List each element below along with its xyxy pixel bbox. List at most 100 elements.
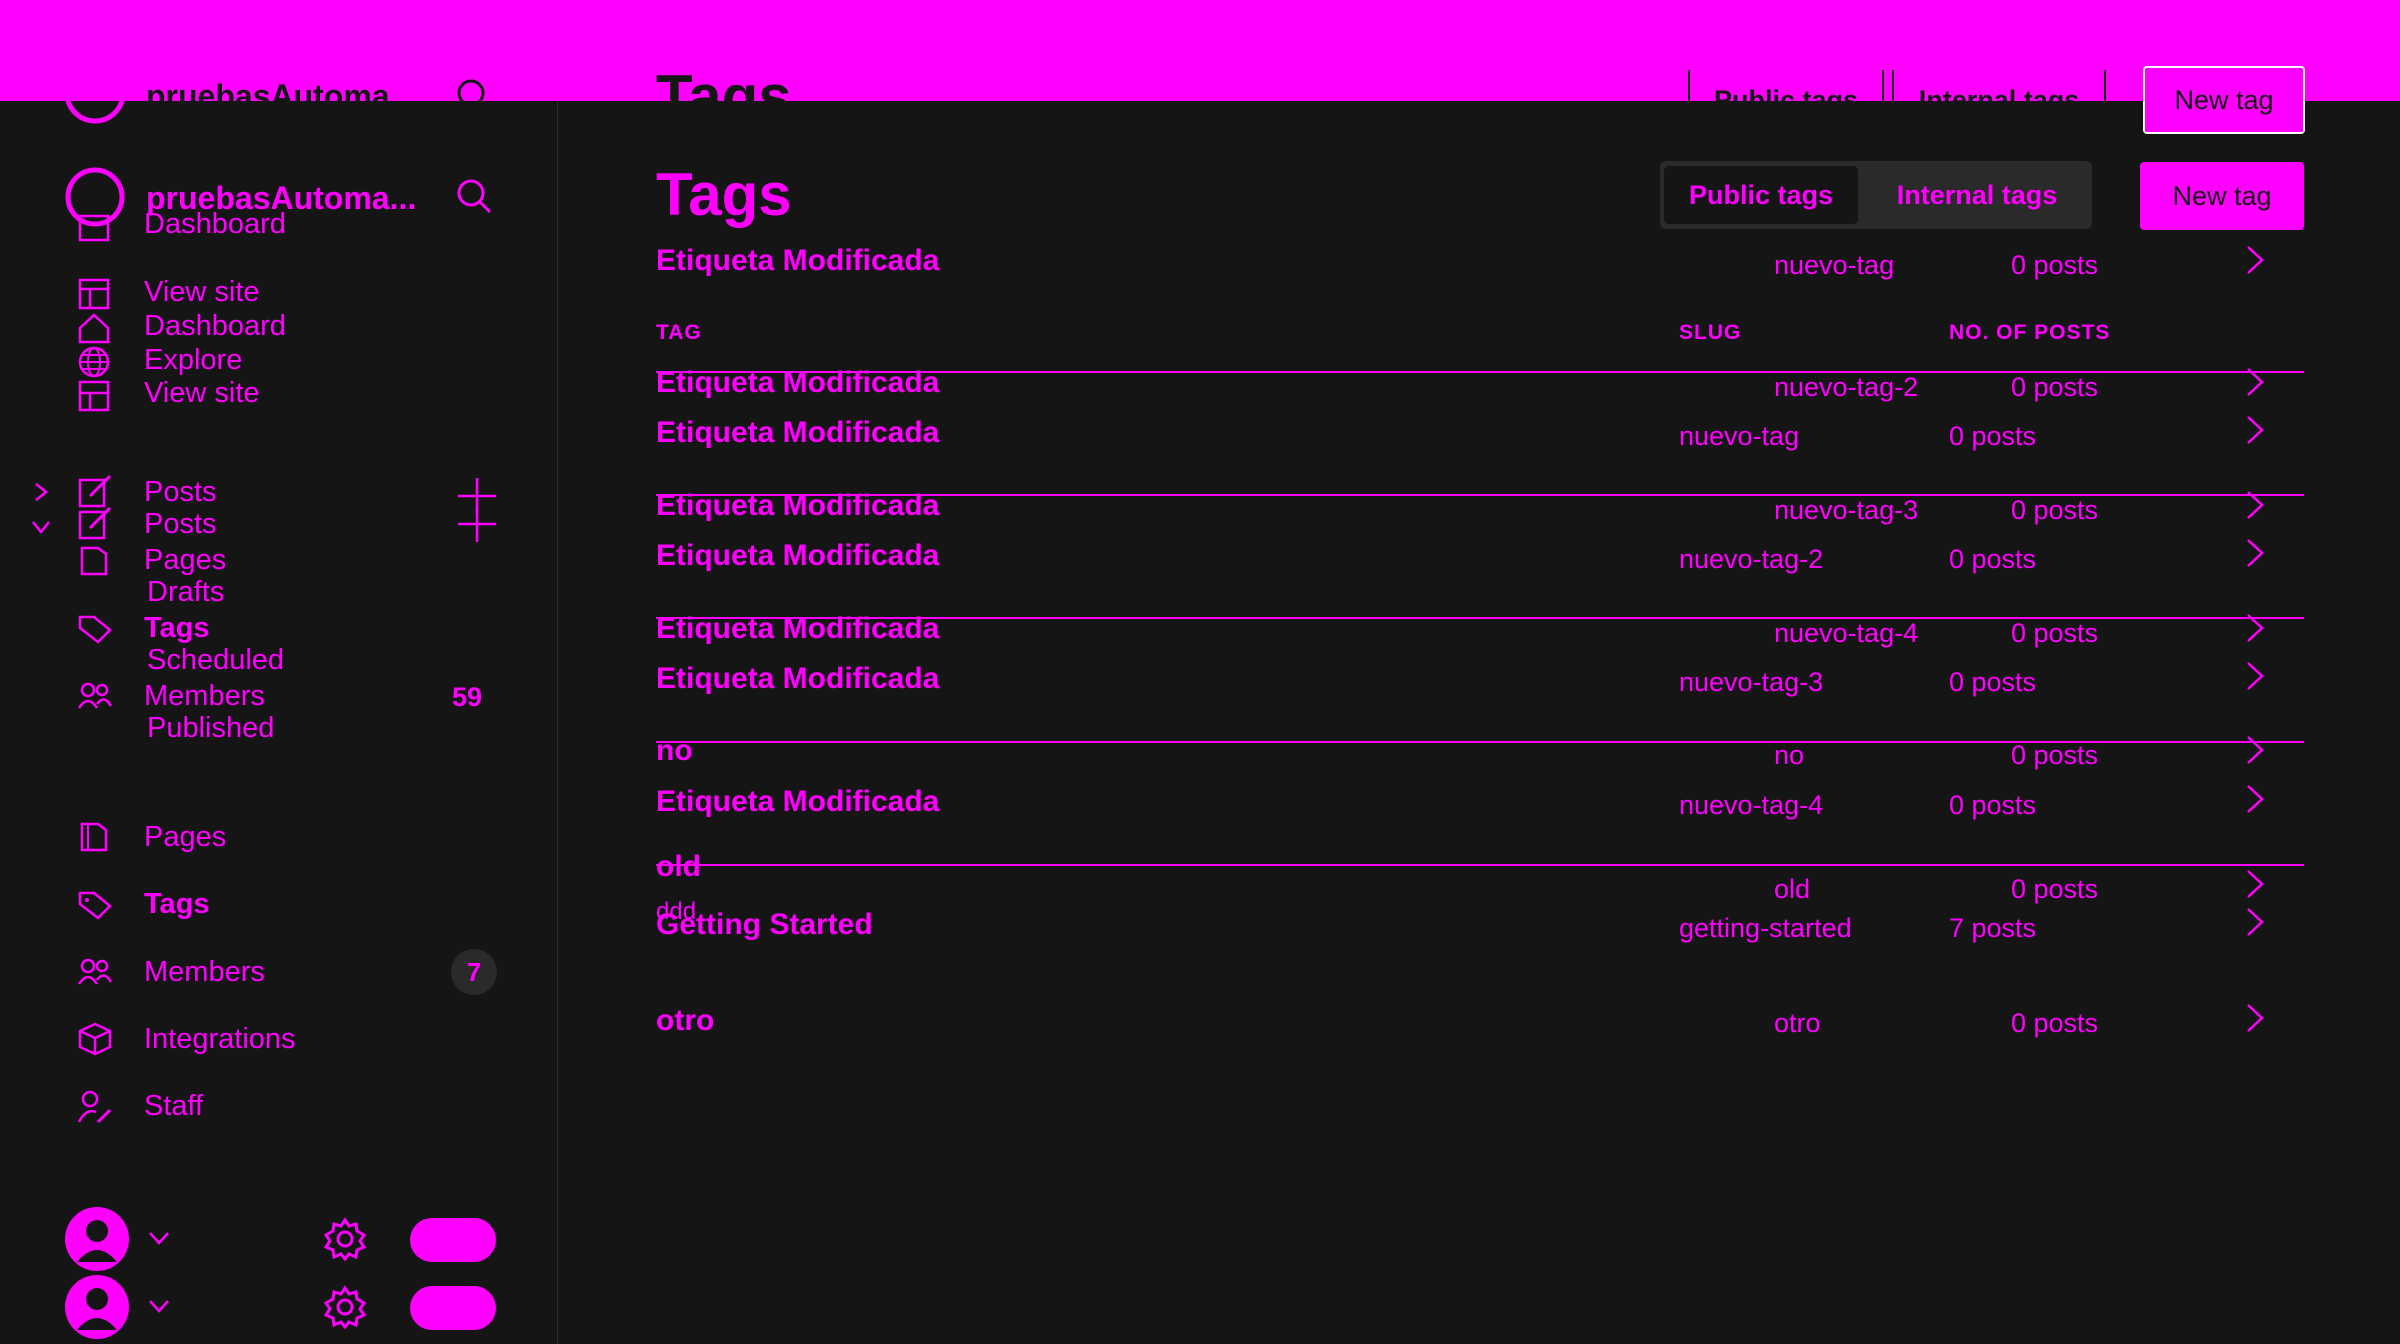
avatar[interactable] [64,1206,130,1272]
members-icon [77,958,113,985]
ghost-tag-slug: nuevo-tag-3 [1774,495,1919,525]
ghost-tag-name: Etiqueta Modificada [656,612,940,645]
column-header-posts[interactable]: NO. OF POSTS [1949,321,2110,345]
search-icon[interactable] [456,78,492,114]
chevron-right-icon[interactable] [2244,1002,2266,1034]
ghost-tag-count: 0 posts [2011,495,2099,525]
view-site-icon [78,278,110,310]
staff-icon [77,1090,112,1124]
tag-slug: nuevo-tag-4 [1679,790,1824,820]
nav-drafts[interactable]: Drafts [147,576,224,609]
site-name-ghost: pruebasAutoma... [146,78,417,114]
tab-public-tags-ghost: Public tags [1713,84,1859,115]
tag-post-count[interactable]: 7 posts [1949,913,2036,944]
ghost-tag-name: Etiqueta Modificada [656,489,940,522]
edit-icon [78,474,112,508]
tag-post-count[interactable]: 0 posts [1949,421,2036,452]
theme-toggle[interactable] [410,1286,496,1330]
tag-post-count[interactable]: 0 posts [1949,667,2036,698]
nav-members-ghost: Members [144,680,265,712]
sidebar-item-members[interactable]: Members [144,956,265,989]
gear-icon[interactable] [323,1285,367,1330]
chevron-down-icon[interactable] [148,1230,170,1246]
chevron-down-icon[interactable] [148,1298,170,1314]
ghost-tag-slug: nuevo-tag [1774,250,1895,280]
nav-posts-ghost: Posts [144,508,217,540]
tab-internal-tags-ghost: Internal tags [1918,84,2080,115]
tag-icon [78,891,112,920]
tag-post-count[interactable]: 0 posts [1949,544,2036,575]
ghost-tag-slug: old [1774,874,1811,904]
sidebar-item-pages[interactable]: Pages [144,821,226,854]
nav-posts[interactable]: Posts [144,476,217,509]
tag-name[interactable]: Etiqueta Modificada [656,539,939,573]
integrations-icon [78,1022,112,1056]
chevron-right-icon[interactable] [32,481,50,503]
nav-dashboard-ghost: Dashboard [144,208,286,240]
chevron-right-icon[interactable] [2244,537,2266,569]
nav-tags-ghost: Tags [144,612,210,644]
tag-slug: getting-started [1679,913,1852,943]
sidebar-item-staff[interactable]: Staff [144,1090,203,1123]
ghost-tag-count: 0 posts [2011,250,2099,280]
ghost-tag-name: old [656,850,701,883]
nav-dashboard[interactable]: Dashboard [144,310,286,343]
ghost-tag-name: no [656,734,693,767]
chevron-right-icon[interactable] [2244,660,2266,692]
tag-name[interactable]: Etiqueta Modificada [656,662,939,696]
ghost-tag-slug: nuevo-tag-2 [1774,372,1919,402]
nav-published[interactable]: Published [147,712,274,745]
tag-slug: nuevo-tag-2 [1679,544,1824,574]
members-icon [77,682,113,709]
ghost-tag-slug: nuevo-tag-4 [1774,618,1919,648]
avatar[interactable] [64,1274,130,1340]
new-tag-button[interactable]: New tag [2140,162,2304,230]
sidebar: pruebasAutoma... pruebasAutoma... Dashbo… [0,0,558,1344]
nav-pages-ghost: Pages [144,544,227,576]
add-post-icon[interactable] [458,478,496,542]
gear-icon[interactable] [323,1217,367,1262]
chevron-right-icon[interactable] [2244,414,2266,446]
chevron-right-icon[interactable] [2244,906,2266,938]
tag-icon [78,615,112,644]
nav-scheduled[interactable]: Scheduled [147,644,284,677]
sidebar-item-tags[interactable]: Tags [144,888,210,921]
page-title-ghost: Tags [656,63,792,130]
tag-name[interactable]: Getting Started [656,908,873,942]
tag-slug: nuevo-tag-3 [1679,667,1824,697]
nav-explore[interactable]: Explore [144,344,242,377]
tab-public-tags[interactable]: Public tags [1664,166,1858,224]
tag-post-count[interactable]: 0 posts [1949,790,2036,821]
chevron-right-icon[interactable] [2244,783,2266,815]
chevron-right-icon[interactable] [2244,366,2266,398]
nav-view-site[interactable]: View site [144,276,260,309]
chevron-right-icon[interactable] [2244,612,2266,644]
tag-name[interactable]: Etiqueta Modificada [656,785,939,819]
search-icon[interactable] [456,178,492,214]
pages-icon [80,546,108,576]
chevron-right-icon[interactable] [2244,489,2266,521]
chevron-right-icon[interactable] [2244,868,2266,900]
pages-icon [80,822,108,852]
chevron-down-icon[interactable] [30,518,52,536]
site-logo-icon [64,62,126,124]
ghost-tag-count: 0 posts [2011,1008,2099,1038]
ghost-tag-count: 0 posts [2011,372,2099,402]
view-site-icon [78,380,110,412]
edit-icon [78,506,112,540]
sidebar-item-integrations[interactable]: Integrations [144,1023,296,1056]
tab-internal-tags[interactable]: Internal tags [1866,166,2088,224]
globe-icon [78,346,110,378]
column-header-tag[interactable]: TAG [656,321,702,345]
tag-name[interactable]: Etiqueta Modificada [656,416,939,450]
chevron-right-icon[interactable] [2244,244,2266,276]
ghost-tag-count: 0 posts [2011,618,2099,648]
chevron-right-icon[interactable] [2244,734,2266,766]
page-title: Tags [656,161,792,228]
theme-toggle[interactable] [410,1218,496,1262]
column-header-slug[interactable]: SLUG [1679,321,1741,345]
members-count-ghost: 59 [452,682,483,712]
dashboard-icon [78,214,110,242]
ghost-tag-slug: no [1774,740,1805,770]
tag-slug: nuevo-tag [1679,421,1800,451]
